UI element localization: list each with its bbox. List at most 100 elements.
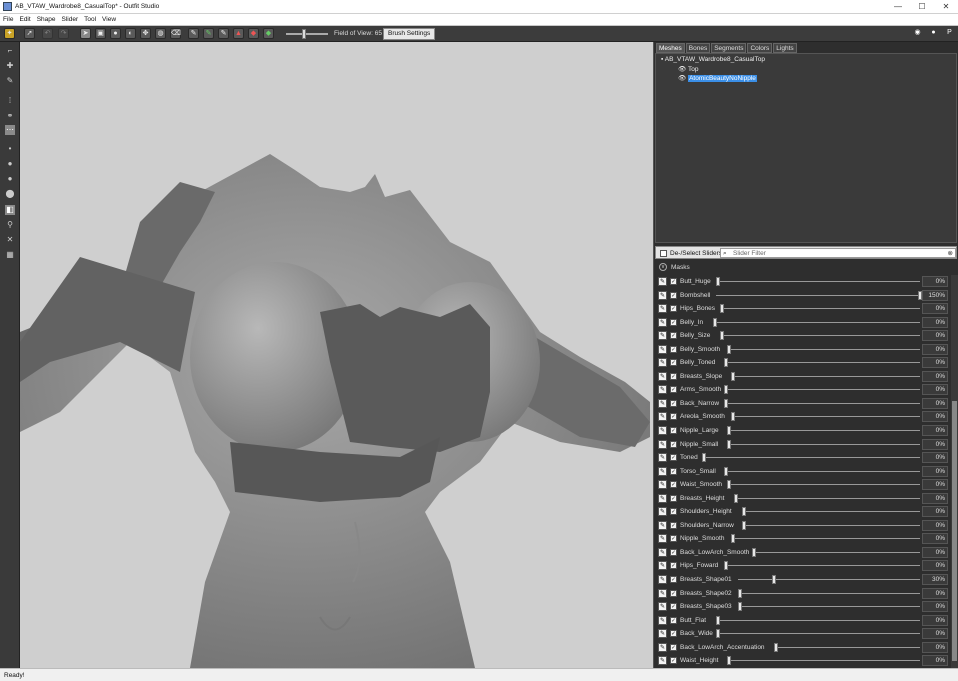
slider-handle[interactable] [734,493,739,503]
edit-slider-pencil-icon[interactable]: ✎ [658,277,667,286]
slider-value[interactable]: 30% [922,574,948,586]
slider-checkbox[interactable]: ✓ [670,291,677,299]
alpha-brush-icon[interactable]: ✎ [218,28,229,39]
connected-icon[interactable]: ⚭ [5,111,15,121]
slider-track[interactable] [723,358,920,368]
slider-track[interactable] [716,277,920,286]
slider-handle[interactable] [720,304,724,314]
slider-track[interactable] [727,344,920,354]
slider-filter-input[interactable]: ⌕ Slider Filter ⊗ [720,248,956,258]
slider-value[interactable]: 0% [922,506,948,518]
menu-tool[interactable]: Tool [81,14,99,26]
slider-handle[interactable] [723,358,728,368]
edit-slider-pencil-icon[interactable]: ✎ [658,412,667,422]
slider-checkbox[interactable]: ✓ [670,345,677,353]
slider-handle[interactable] [730,371,735,381]
slider-track[interactable] [738,602,920,612]
edit-slider-pencil-icon[interactable]: ✎ [658,480,667,490]
slider-handle[interactable] [730,534,735,544]
slider-track[interactable] [723,466,920,476]
slider-track[interactable] [738,588,920,598]
edit-slider-pencil-icon[interactable]: ✎ [658,520,667,530]
slider-checkbox[interactable]: ✓ [670,589,677,597]
edit-slider-pencil-icon[interactable]: ✎ [658,439,667,449]
edit-slider-pencil-icon[interactable]: ✎ [658,629,667,639]
3d-viewport[interactable] [20,42,653,668]
slider-checkbox[interactable]: ✓ [670,467,677,475]
slider-value[interactable]: 0% [922,397,948,409]
pin-icon[interactable]: ✚ [5,61,15,71]
edit-slider-pencil-icon[interactable]: ✎ [658,534,667,544]
select-brush-icon[interactable]: ➤ [80,28,91,39]
edit-slider-pencil-icon[interactable]: ✎ [658,304,667,314]
wireframe-icon[interactable]: ▦ [5,250,15,260]
slider-checkbox[interactable]: ✓ [670,562,677,570]
slider-value[interactable]: 0% [922,411,948,423]
slider-handle[interactable] [716,615,721,625]
slider-track[interactable] [727,426,920,436]
slider-checkbox[interactable]: ✓ [670,548,677,556]
slider-handle[interactable] [727,426,732,436]
slider-handle[interactable] [702,453,706,463]
slider-handle[interactable] [741,520,746,530]
slider-value[interactable]: 0% [922,303,948,315]
slider-track[interactable] [730,534,920,544]
edit-slider-pencil-icon[interactable]: ✎ [658,344,667,354]
slider-track[interactable] [720,304,920,314]
slider-value[interactable]: 0% [922,479,948,491]
slider-checkbox[interactable]: ✓ [670,332,677,340]
slider-value[interactable]: 0% [922,425,948,437]
vertex-select-icon[interactable]: ◆ [263,28,274,39]
close-button[interactable]: ✕ [934,0,958,14]
slider-value[interactable]: 0% [922,601,948,613]
edit-slider-pencil-icon[interactable]: ✎ [658,426,667,436]
slider-track[interactable] [727,656,920,666]
slider-handle[interactable] [723,561,728,571]
slider-value[interactable]: 0% [922,587,948,599]
menu-slider[interactable]: Slider [58,14,81,26]
scrollbar-thumb[interactable] [952,401,957,661]
inflate-brush-icon[interactable]: ● [110,28,121,39]
deselect-sliders-checkbox[interactable] [660,250,667,257]
slider-track[interactable] [730,371,920,381]
slider-track[interactable] [727,480,920,490]
github-icon[interactable]: ● [928,28,939,39]
slider-value[interactable]: 0% [922,384,948,396]
slider-value[interactable]: 0% [922,465,948,477]
edit-slider-pencil-icon[interactable]: ✎ [658,588,667,598]
mirror-x-icon[interactable]: ⁞ [5,96,15,106]
weight-brush-icon[interactable]: ✎ [188,28,199,39]
slider-track[interactable] [723,561,920,571]
menu-view[interactable]: View [99,14,119,26]
slider-value[interactable]: 0% [922,628,948,640]
slider-handle[interactable] [774,642,778,652]
slider-handle[interactable] [727,656,732,666]
transform-icon[interactable]: ▲ [233,28,244,39]
mesh-item-atomicbeautynonipple[interactable]: 👁 AtomicBeautyNoNipple [678,74,757,82]
slider-value[interactable]: 0% [922,492,948,504]
slider-checkbox[interactable]: ✓ [670,616,677,624]
collapse-icon[interactable]: ▪ [661,56,663,63]
menu-file[interactable]: File [0,14,16,26]
maximize-button[interactable]: ☐ [910,0,934,14]
eye-icon[interactable]: 👁 [678,75,686,82]
brush-size-xl-icon[interactable]: ⬤ [5,189,15,199]
slider-track[interactable] [712,317,920,327]
slider-checkbox[interactable]: ✓ [670,657,677,665]
slider-checkbox[interactable]: ✓ [670,278,677,285]
slider-handle[interactable] [772,575,776,585]
slider-checkbox[interactable]: ✓ [670,535,677,543]
mesh-item-top[interactable]: 👁 Top [678,65,698,73]
slider-handle[interactable] [730,412,735,422]
slider-track[interactable] [741,507,920,517]
slider-handle[interactable] [727,344,732,354]
slider-checkbox[interactable]: ✓ [670,413,677,421]
fov-slider[interactable] [286,33,328,35]
edit-slider-pencil-icon[interactable]: ✎ [658,602,667,612]
minimize-button[interactable]: — [886,0,910,14]
undiff-brush-icon[interactable]: ⌫ [170,28,181,39]
slider-track[interactable] [741,520,920,530]
slider-track[interactable] [727,439,920,449]
undo-icon[interactable]: ↶ [42,28,53,39]
slider-handle[interactable] [727,439,732,449]
